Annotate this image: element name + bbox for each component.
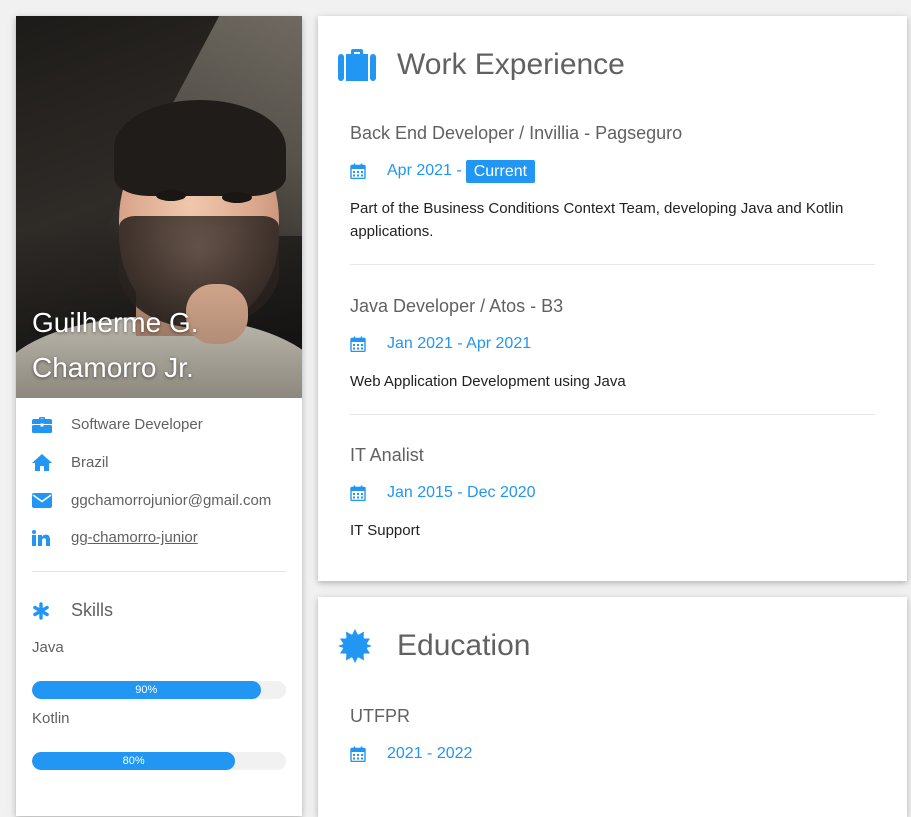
current-badge: Current [465, 159, 536, 183]
work-title: Work Experience [397, 48, 625, 81]
education-entry-date: 2021 - 2022 [350, 742, 875, 766]
work-header: Work Experience [338, 44, 625, 86]
info-job-text: Software Developer [71, 416, 203, 434]
work-entry-date: Jan 2021 - Apr 2021 [350, 332, 875, 356]
work-entry-description: Web Application Development using Java [350, 373, 626, 390]
work-entry-title: IT Analist [350, 445, 424, 465]
info-email-text[interactable]: ggchamorrojunior@gmail.com [71, 492, 271, 509]
profile-name: Guilherme G. Chamorro Jr. [32, 300, 292, 390]
work-entry-description: IT Support [350, 522, 420, 539]
skill-progress-bar: 80% [32, 751, 286, 770]
linkedin-icon [32, 528, 71, 548]
work-entry-title: Back End Developer / Invillia - Pagsegur… [350, 123, 683, 143]
info-row-location: Brazil [32, 444, 286, 482]
work-experience-card: Work Experience Back End Developer / Inv… [318, 16, 907, 581]
education-header: Education [338, 625, 530, 667]
profile-photo: Guilherme G. Chamorro Jr. [16, 16, 302, 398]
work-entry-date: Jan 2015 - Dec 2020 [350, 481, 875, 505]
calendar-icon [350, 746, 387, 762]
linkedin-link[interactable]: gg-chamorro-junior [71, 529, 198, 546]
skill-name: Kotlin [32, 709, 70, 727]
skill-progress-fill: 80% [32, 751, 236, 770]
profile-info-list: Software Developer Brazil ggchamorrojuni… [16, 398, 302, 557]
skill-progress-bar: 90% [32, 680, 286, 699]
work-entry-description: Part of the Business Conditions Context … [350, 200, 844, 240]
divider [350, 414, 875, 415]
profile-name-line2: Chamorro Jr. [32, 352, 194, 383]
skill-progress-fill: 90% [32, 680, 261, 699]
skill-item: Java 90% [16, 628, 302, 699]
education-entry-title: UTFPR [350, 706, 410, 726]
work-entry: Back End Developer / Invillia - Pagsegur… [350, 123, 875, 243]
education-title: Education [397, 629, 531, 662]
work-entry-date-text: Jan 2015 - Dec 2020 [387, 484, 536, 501]
skill-item: Kotlin 80% [16, 699, 302, 770]
work-entry-date: Apr 2021 - Current [350, 159, 875, 183]
info-row-job: Software Developer [32, 406, 286, 444]
work-entry-date-text: Apr 2021 - [387, 162, 462, 179]
calendar-icon [350, 485, 387, 501]
divider [350, 264, 875, 265]
work-entry-date-text: Jan 2021 - Apr 2021 [387, 335, 532, 352]
certificate-icon [338, 629, 397, 663]
calendar-icon [350, 163, 387, 179]
briefcase-icon [32, 415, 71, 435]
calendar-icon [350, 336, 387, 352]
work-entry: Java Developer / Atos - B3 Jan 2021 - Ap… [350, 296, 875, 393]
skills-header: Skills [16, 572, 302, 628]
education-entry-date-text: 2021 - 2022 [387, 745, 473, 762]
skill-name: Java [32, 638, 64, 656]
profile-name-line1: Guilherme G. [32, 307, 199, 338]
suitcase-icon [338, 49, 397, 81]
info-row-linkedin: gg-chamorro-junior [32, 519, 286, 557]
envelope-icon [32, 490, 71, 510]
work-entry-title: Java Developer / Atos - B3 [350, 296, 564, 316]
education-card: Education UTFPR 2021 - 2022 [318, 597, 907, 817]
info-row-email: ggchamorrojunior@gmail.com [32, 481, 286, 519]
home-icon [32, 453, 71, 473]
info-location-text: Brazil [71, 454, 109, 472]
education-entry: UTFPR 2021 - 2022 [350, 706, 875, 766]
skills-title: Skills [71, 600, 114, 621]
work-entry: IT Analist Jan 2015 - Dec 2020 IT Suppor… [350, 445, 875, 542]
profile-card: Guilherme G. Chamorro Jr. Software Devel… [16, 16, 302, 816]
asterisk-icon [32, 601, 71, 621]
